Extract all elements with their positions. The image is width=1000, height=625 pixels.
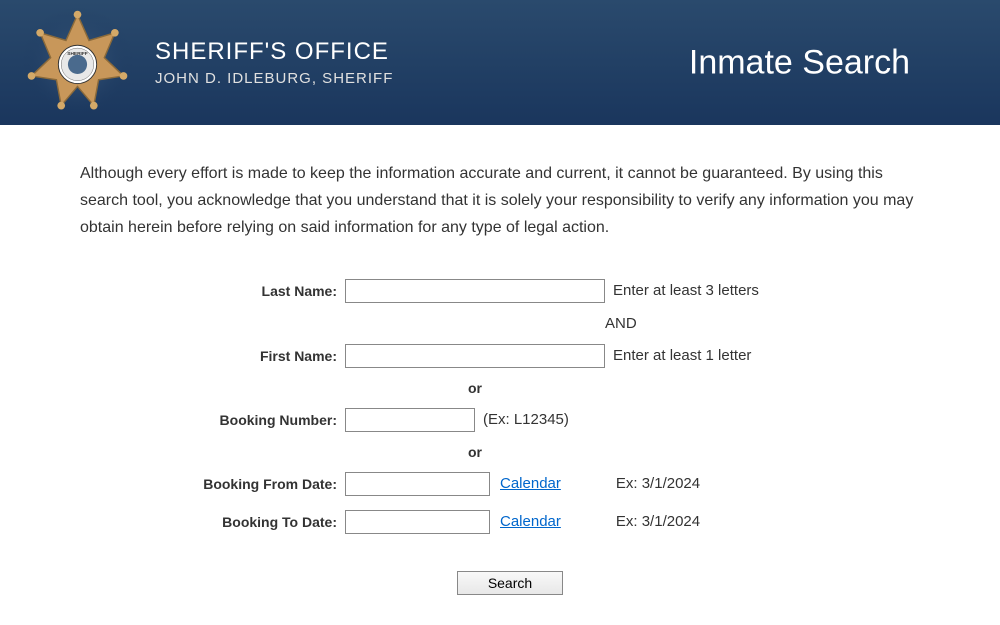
booking-number-hint: (Ex: L12345) [483, 411, 569, 428]
booking-to-example: Ex: 3/1/2024 [616, 513, 700, 530]
booking-number-row: Booking Number: (Ex: L12345) [180, 406, 920, 434]
first-name-label: First Name: [180, 348, 345, 364]
or-separator-2: or [345, 444, 605, 460]
header-text-block: SHERIFF'S OFFICE JOHN D. IDLEBURG, SHERI… [155, 38, 393, 87]
booking-from-calendar-link[interactable]: Calendar [500, 475, 561, 492]
booking-number-label: Booking Number: [180, 412, 345, 428]
page-header: SHERIFF SHERIFF'S OFFICE JOHN D. IDLEBUR… [0, 0, 1000, 125]
booking-to-row: Booking To Date: Calendar Ex: 3/1/2024 [180, 508, 920, 536]
booking-to-label: Booking To Date: [180, 514, 345, 530]
booking-number-input[interactable] [345, 408, 475, 432]
search-button[interactable]: Search [457, 571, 563, 595]
last-name-input[interactable] [345, 279, 605, 303]
booking-from-input[interactable] [345, 472, 490, 496]
content-area: Although every effort is made to keep th… [0, 125, 1000, 615]
svg-text:SHERIFF: SHERIFF [67, 51, 88, 57]
last-name-label: Last Name: [180, 283, 345, 299]
booking-from-row: Booking From Date: Calendar Ex: 3/1/2024 [180, 470, 920, 498]
first-name-hint: Enter at least 1 letter [613, 347, 751, 364]
booking-from-example: Ex: 3/1/2024 [616, 475, 700, 492]
first-name-row: First Name: Enter at least 1 letter [180, 342, 920, 370]
page-title: Inmate Search [689, 43, 910, 82]
sheriff-name: JOHN D. IDLEBURG, SHERIFF [155, 70, 393, 87]
or-separator-1: or [345, 380, 605, 396]
booking-from-label: Booking From Date: [180, 476, 345, 492]
search-form: Last Name: Enter at least 3 letters AND … [180, 277, 920, 595]
disclaimer-text: Although every effort is made to keep th… [80, 160, 920, 242]
last-name-row: Last Name: Enter at least 3 letters [180, 277, 920, 305]
booking-to-input[interactable] [345, 510, 490, 534]
and-separator: AND [345, 315, 605, 332]
search-button-row: Search [100, 571, 920, 595]
first-name-input[interactable] [345, 344, 605, 368]
sheriff-badge-icon: SHERIFF [20, 5, 135, 120]
office-title: SHERIFF'S OFFICE [155, 38, 393, 66]
booking-to-calendar-link[interactable]: Calendar [500, 513, 561, 530]
last-name-hint: Enter at least 3 letters [613, 282, 759, 299]
